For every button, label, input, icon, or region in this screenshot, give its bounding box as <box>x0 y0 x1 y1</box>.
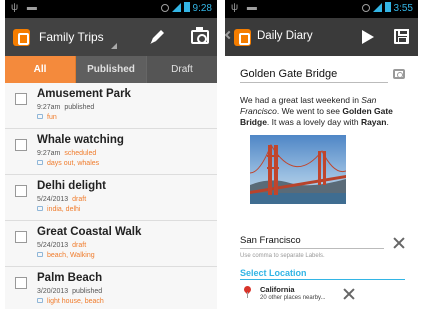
post-checkbox[interactable] <box>15 231 27 243</box>
blogger-logo-icon[interactable] <box>234 29 251 46</box>
action-bar: Family Trips <box>5 18 217 56</box>
post-date: 9:27am <box>37 104 61 111</box>
post-status: published <box>64 104 95 111</box>
post-date: 9:27am <box>37 150 61 157</box>
new-post-pencil-icon[interactable] <box>147 27 167 47</box>
location-input[interactable] <box>240 232 384 249</box>
publish-send-icon[interactable] <box>362 30 374 44</box>
blogger-logo-icon <box>13 29 30 46</box>
post-checkbox[interactable] <box>15 185 27 197</box>
tab-published[interactable]: Published <box>76 56 147 83</box>
list-item[interactable]: Amusement Park 9:27am published fun <box>5 83 217 129</box>
post-date: 5/24/2013 <box>37 196 69 203</box>
save-icon[interactable] <box>394 29 409 44</box>
post-title-input[interactable] <box>240 65 388 83</box>
notification-icons: ψ ▬ <box>11 2 40 13</box>
battery-icon <box>384 2 391 12</box>
status-bar: ψ ▬ 3:55 <box>225 0 418 18</box>
notification-icons: ψ ▬ <box>231 2 260 13</box>
post-date: 3/20/2013 <box>37 288 69 295</box>
post-title: Great Coastal Walk <box>37 226 142 238</box>
tag-icon <box>37 160 43 165</box>
post-labels: light house, beach <box>37 298 104 305</box>
place-name[interactable]: California <box>260 285 295 294</box>
post-labels: fun <box>37 114 57 121</box>
post-body-text: . We went to see <box>276 106 343 116</box>
post-editor-screen: ψ ▬ 3:55 Daily Diary We had a great last… <box>225 0 418 309</box>
clear-location-icon[interactable] <box>393 237 405 249</box>
signal-icon <box>372 3 382 12</box>
post-labels-text: days out, whales <box>47 160 100 167</box>
list-item[interactable]: Delhi delight 5/24/2013 draft india, delh… <box>5 175 217 221</box>
battery-icon <box>183 2 190 12</box>
post-labels: days out, whales <box>37 160 99 167</box>
post-list: Amusement Park 9:27am published fun Whale… <box>5 83 217 309</box>
post-status: draft <box>72 242 87 249</box>
post-status: scheduled <box>64 150 97 157</box>
alarm-icon <box>361 4 370 12</box>
post-checkbox[interactable] <box>15 93 27 105</box>
post-title: Delhi delight <box>37 180 106 192</box>
post-title: Palm Beach <box>37 272 103 284</box>
filter-tabs: All Published Draft <box>5 56 217 83</box>
post-date: 5/24/2013 <box>37 242 69 249</box>
post-labels-text: fun <box>47 114 57 121</box>
status-icons: 3:55 <box>361 2 413 14</box>
editor: We had a great last weekend in San Franc… <box>225 56 418 309</box>
tag-icon <box>37 114 43 119</box>
post-status: published <box>72 288 103 295</box>
post-meta: 5/24/2013 draft <box>37 196 86 203</box>
tab-all[interactable]: All <box>5 56 76 83</box>
nearby-places-link[interactable]: 20 other places nearby... <box>260 295 326 301</box>
action-bar: Daily Diary <box>225 18 418 56</box>
location-pin-stem <box>247 292 248 298</box>
blog-selector[interactable]: Family Trips <box>39 30 104 44</box>
back-icon[interactable] <box>225 30 234 40</box>
post-labels-text: india, delhi <box>47 206 81 213</box>
list-item[interactable]: Whale watching 9:27am scheduled days out,… <box>5 129 217 175</box>
select-location-heading: Select Location <box>240 268 307 278</box>
status-bar: ψ ▬ 9:28 <box>5 0 217 18</box>
alarm-icon <box>160 4 169 12</box>
remove-location-icon[interactable] <box>343 288 355 300</box>
post-status: draft <box>72 196 87 203</box>
post-checkbox[interactable] <box>15 139 27 151</box>
post-body-bold: Rayan <box>360 117 387 127</box>
camera-icon[interactable] <box>191 27 209 44</box>
status-icons: 9:28 <box>160 2 212 14</box>
post-body-text: . <box>386 117 389 127</box>
tag-icon <box>37 252 43 257</box>
post-labels-text: light house, beach <box>47 298 104 305</box>
post-meta: 9:27am published <box>37 104 94 111</box>
post-title: Amusement Park <box>37 88 131 100</box>
post-labels-text: beach, Walking <box>47 252 95 259</box>
insert-photo-icon[interactable] <box>393 69 405 79</box>
golden-gate-photo[interactable] <box>250 135 346 204</box>
post-meta: 9:27am scheduled <box>37 150 96 157</box>
post-title: Whale watching <box>37 134 124 146</box>
labels-hint: Use comma to separate Labels. <box>240 253 325 259</box>
section-divider <box>240 279 405 280</box>
post-body-text: We had a great last weekend in <box>240 95 362 105</box>
post-list-screen: ψ ▬ 9:28 Family Trips All Published Draf… <box>5 0 217 309</box>
dropdown-caret-icon[interactable] <box>111 43 117 49</box>
post-body[interactable]: We had a great last weekend in San Franc… <box>240 95 405 128</box>
list-item[interactable]: Palm Beach 3/20/2013 published light hous… <box>5 267 217 309</box>
post-body-text: . It was a lovely day with <box>266 117 361 127</box>
status-time: 9:28 <box>192 3 212 14</box>
post-checkbox[interactable] <box>15 277 27 289</box>
list-item[interactable]: Great Coastal Walk 5/24/2013 draft beach,… <box>5 221 217 267</box>
post-meta: 3/20/2013 published <box>37 288 102 295</box>
signal-icon <box>171 3 181 12</box>
post-labels: india, delhi <box>37 206 80 213</box>
tag-icon <box>37 298 43 303</box>
post-meta: 5/24/2013 draft <box>37 242 86 249</box>
post-labels: beach, Walking <box>37 252 95 259</box>
tag-icon <box>37 206 43 211</box>
blog-title: Daily Diary <box>257 30 313 42</box>
status-time: 3:55 <box>393 3 413 14</box>
tab-draft[interactable]: Draft <box>147 56 217 83</box>
